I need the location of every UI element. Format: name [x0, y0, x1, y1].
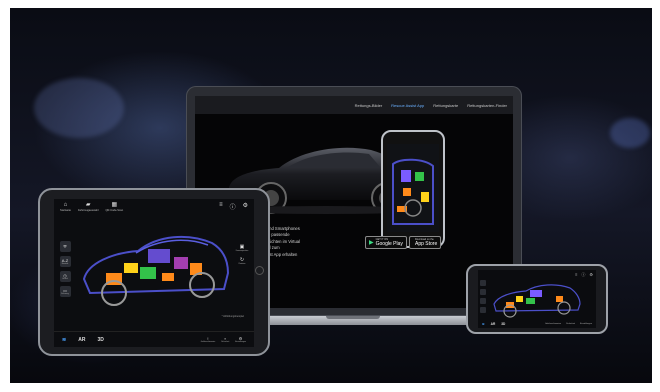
- rotation-button[interactable]: ↻ Rotation: [238, 258, 246, 266]
- nav-link-rettungskarten-finder[interactable]: Rettungskarten-Finder: [467, 103, 507, 108]
- tab-qr-label: QR-Code-Scan: [105, 209, 124, 212]
- side-button-history[interactable]: ◷ Verlauf: [59, 271, 71, 282]
- google-play-label: Google Play: [375, 241, 403, 247]
- google-play-icon: ▶: [369, 240, 374, 246]
- menu-icon[interactable]: ≡: [219, 202, 223, 211]
- tablet-home-button: [255, 266, 264, 275]
- settings-icon[interactable]: ⚙: [589, 272, 593, 278]
- tab-home-label: Startseite: [60, 209, 71, 212]
- background-glow: [34, 78, 124, 138]
- google-play-button[interactable]: ▶ GET IT ON Google Play: [365, 236, 407, 249]
- layers-icon[interactable]: ≋: [482, 322, 485, 326]
- settings-label: Einstellungen: [235, 340, 246, 343]
- tablet-car-xray-image: [82, 235, 230, 306]
- nav-link-rescue-assist-app[interactable]: Rescue Assist App: [391, 103, 424, 108]
- phone-car-xray-image: [493, 284, 581, 318]
- phone-device: ≡ ⓘ ⚙ ≋ AR 3D Gefahrenhinweise Sicherhei…: [466, 264, 608, 334]
- laptop-showcase-phone: [381, 130, 445, 248]
- tab-home[interactable]: ⌂ Startseite: [60, 202, 71, 212]
- image-example-footnote: * Abbildungsbeispiel: [221, 315, 244, 318]
- settings-label[interactable]: Einstellungen: [580, 323, 592, 325]
- info-icon[interactable]: ⓘ: [581, 272, 585, 278]
- tab-vehicle-label: Fahrzeugauswahl: [77, 209, 99, 212]
- qr-code-icon: ▦: [111, 202, 118, 208]
- side-button[interactable]: [480, 307, 486, 313]
- phone-bottom-bar: ≋ AR 3D Gefahrenhinweise Sicherheit Eins…: [478, 319, 596, 328]
- tablet-top-right-actions: ≡ ⓘ ⚙: [219, 202, 248, 211]
- safety-label[interactable]: Sicherheit: [566, 323, 575, 325]
- tab-qr-scan[interactable]: ▦ QR-Code-Scan: [105, 202, 123, 212]
- side-button-vehicle[interactable]: ▭ Fahrzeug: [59, 286, 71, 297]
- nav-link-rettungs-bilder[interactable]: Rettungs-Bilder: [355, 103, 383, 108]
- phone-side-toolbar: [480, 280, 486, 313]
- mode-3d-button[interactable]: 3D: [501, 322, 505, 326]
- hazard-notes-label: Gefahrenhinweise: [200, 340, 216, 343]
- car-icon: ▰: [85, 202, 91, 208]
- phone-screen: ≡ ⓘ ⚙ ≋ AR 3D Gefahrenhinweise Sicherhei…: [478, 270, 596, 328]
- mode-ar-button[interactable]: AR: [78, 337, 85, 343]
- tablet-screen: ⌂ Startseite ▰ Fahrzeugauswahl ▦ QR-Code…: [54, 199, 254, 347]
- side-button[interactable]: [480, 280, 486, 286]
- home-icon: ⌂: [63, 202, 68, 208]
- app-store-button[interactable]: Download on the App Store: [409, 236, 442, 249]
- tablet-side-toolbar: ⛨ A-Z Bauteile ◷ Verlauf ▭ Fahrzeug: [59, 241, 71, 297]
- side-button[interactable]: [480, 289, 486, 295]
- tablet-right-toolbar: ▣ Kameraposition ↻ Rotation: [235, 245, 249, 266]
- phone-car-xray-image: [392, 158, 434, 225]
- hazard-notes-button[interactable]: ! Gefahrenhinweise: [200, 336, 216, 343]
- camera-position-label: Kameraposition: [235, 250, 249, 252]
- side-button[interactable]: [480, 298, 486, 304]
- camera-position-button[interactable]: ▣ Kameraposition: [235, 245, 249, 253]
- info-icon[interactable]: ⓘ: [230, 202, 236, 211]
- hazard-notes-label[interactable]: Gefahrenhinweise: [545, 323, 561, 325]
- rotation-label: Rotation: [238, 263, 246, 265]
- side-button-components[interactable]: A-Z Bauteile: [59, 256, 71, 267]
- settings-button[interactable]: ⚙ Einstellungen: [235, 336, 246, 343]
- mode-ar-button[interactable]: AR: [491, 322, 496, 326]
- tablet-device: ⌂ Startseite ▰ Fahrzeugauswahl ▦ QR-Code…: [38, 188, 270, 356]
- nav-link-rettungskarte[interactable]: Rettungskarte: [433, 103, 458, 108]
- layers-icon[interactable]: ≋: [62, 337, 66, 343]
- laptop-nav-bar: Rettungs-Bilder Rescue Assist App Rettun…: [195, 96, 513, 114]
- shield-icon: ⛨: [63, 243, 67, 249]
- settings-icon[interactable]: ⚙: [243, 202, 248, 211]
- side-button-label: Verlauf: [62, 277, 68, 280]
- app-store-label: App Store: [415, 241, 438, 247]
- safety-button[interactable]: ▪ Sicherheit: [221, 336, 230, 343]
- tab-vehicle-selection[interactable]: ▰ Fahrzeugauswahl: [78, 202, 98, 212]
- laptop-notch: [326, 316, 380, 319]
- side-button-label: Bauteile: [61, 262, 69, 265]
- tablet-bottom-bar: ≋ AR 3D ! Gefahrenhinweise ▪ Sicherheit …: [54, 331, 254, 347]
- mode-3d-button[interactable]: 3D: [97, 337, 103, 343]
- side-button-label: Fahrzeug: [61, 292, 69, 295]
- safety-label: Sicherheit: [221, 340, 230, 343]
- background-glow: [610, 118, 650, 148]
- side-button-shield[interactable]: ⛨: [59, 241, 71, 252]
